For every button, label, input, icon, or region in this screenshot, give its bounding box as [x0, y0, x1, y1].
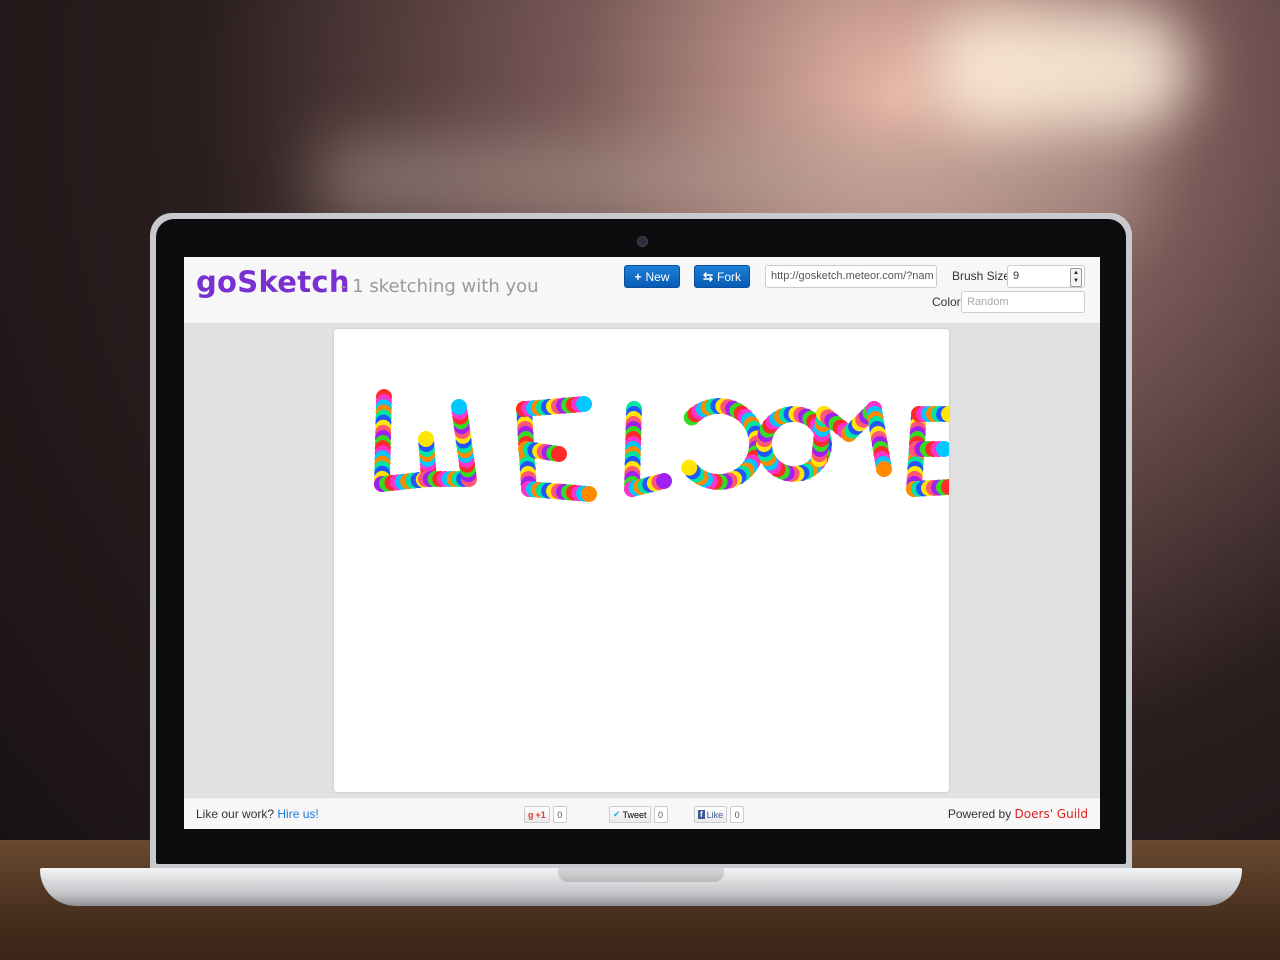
- brush-dot: [576, 396, 592, 412]
- footer-hire: Like our work? Hire us!: [196, 807, 319, 821]
- like-button[interactable]: f Like: [694, 806, 728, 823]
- gplus-widget: g +1 0: [524, 806, 567, 823]
- footer-hire-text: Like our work?: [196, 807, 275, 821]
- brush-dot: [656, 473, 672, 489]
- brush-size-stepper[interactable]: ▲ ▼: [1070, 268, 1082, 287]
- fork-button[interactable]: ⇆ Fork: [694, 265, 750, 288]
- google-plus-icon: g: [528, 809, 534, 820]
- tweet-label: Tweet: [622, 809, 647, 820]
- app-header: goSketch - 1 sketching with you + New ⇆ …: [184, 257, 1100, 324]
- tweet-button[interactable]: ✔ Tweet: [609, 806, 651, 823]
- gplus-button[interactable]: g +1: [524, 806, 550, 823]
- brush-dot: [876, 461, 892, 477]
- app-logo[interactable]: goSketch: [196, 265, 350, 299]
- camera: [637, 236, 648, 247]
- tweet-widget: ✔ Tweet 0: [609, 806, 668, 823]
- background-shelf: [320, 140, 1140, 220]
- app-footer: Like our work? Hire us! g +1 0 ✔ Tweet 0…: [184, 797, 1100, 829]
- sketch-canvas[interactable]: [334, 329, 949, 792]
- brush-dot: [451, 399, 467, 415]
- tweet-count: 0: [653, 806, 668, 823]
- sketch-drawing: [374, 389, 949, 502]
- facebook-icon: f: [698, 810, 705, 819]
- gplus-label: +1: [535, 809, 546, 820]
- app-tagline: - 1 sketching with you: [340, 276, 539, 297]
- app-screen: goSketch - 1 sketching with you + New ⇆ …: [184, 257, 1100, 829]
- new-button[interactable]: + New: [624, 265, 680, 288]
- color-label: Color: [932, 295, 961, 309]
- fork-icon: ⇆: [702, 269, 714, 284]
- brush-dot: [581, 486, 597, 502]
- twitter-icon: ✔: [613, 809, 621, 819]
- background-light: [930, 10, 1190, 130]
- like-widget: f Like 0: [694, 806, 745, 823]
- color-input[interactable]: Random: [961, 291, 1085, 313]
- share-url-input[interactable]: http://gosketch.meteor.com/?nam: [765, 265, 937, 288]
- brush-dot: [551, 446, 567, 462]
- gplus-count: 0: [552, 806, 567, 823]
- new-button-label: New: [645, 269, 670, 284]
- like-count: 0: [730, 806, 745, 823]
- fork-button-label: Fork: [717, 269, 742, 284]
- laptop-notch: [558, 868, 724, 882]
- brush-size-label: Brush Size: [952, 269, 1011, 283]
- footer-powered: Powered by Doers' Guild: [948, 807, 1088, 821]
- brush-size-value: 9: [1013, 270, 1020, 282]
- brush-dot: [681, 459, 698, 476]
- brush-dot: [418, 431, 434, 447]
- powered-by-text: Powered by: [947, 807, 1012, 821]
- plus-icon: +: [634, 269, 642, 284]
- like-label: Like: [706, 809, 724, 820]
- doers-guild-link[interactable]: Doers' Guild: [1015, 807, 1088, 821]
- brush-size-input[interactable]: 9 ▲ ▼: [1007, 265, 1085, 288]
- hire-us-link[interactable]: Hire us!: [277, 807, 318, 821]
